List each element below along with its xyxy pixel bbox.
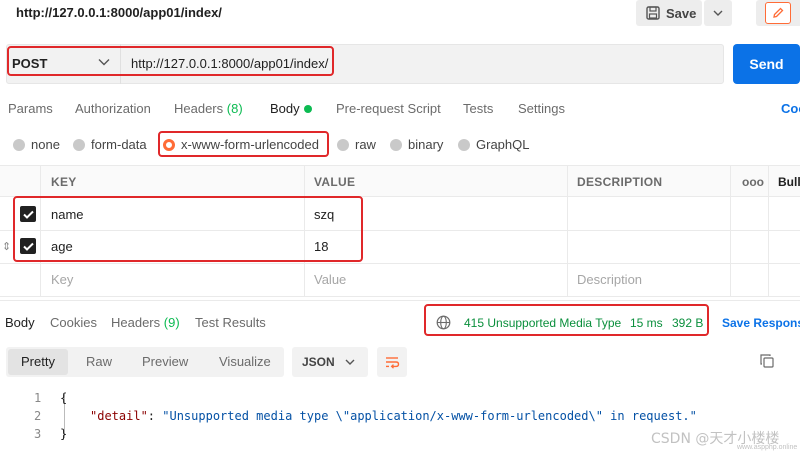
radio-graphql-label: GraphQL	[476, 137, 530, 152]
json-line: "detail": "Unsupported media type \"appl…	[90, 409, 697, 423]
param-key[interactable]: age	[51, 239, 73, 254]
watermark-sub: www.aspphp.online	[737, 444, 798, 451]
radio-dot	[390, 138, 402, 151]
request-title: http://127.0.0.1:8000/app01/index/	[16, 5, 222, 20]
param-key[interactable]: name	[51, 207, 84, 222]
response-tab-headers-count: (9)	[163, 315, 180, 330]
bulk-edit-link[interactable]: Bull	[778, 175, 800, 189]
language-select[interactable]: JSON	[292, 347, 368, 377]
divider	[120, 44, 121, 84]
url-input[interactable]: http://127.0.0.1:8000/app01/index/	[131, 56, 328, 71]
json-colon: :	[147, 409, 163, 423]
new-description-input[interactable]: Description	[577, 272, 642, 287]
param-value[interactable]: 18	[314, 239, 328, 254]
line-number: 2	[34, 409, 42, 423]
save-icon	[646, 6, 660, 20]
radio-none[interactable]: none	[13, 137, 60, 152]
json-value: "Unsupported media type \"application/x-…	[162, 409, 697, 423]
request-url-bar	[6, 44, 724, 84]
chevron-down-icon[interactable]	[98, 58, 110, 66]
radio-none-label: none	[31, 137, 60, 152]
response-size[interactable]: 392 B	[672, 316, 703, 330]
row-divider	[0, 230, 800, 231]
save-label: Save	[666, 5, 697, 21]
table-header	[0, 165, 800, 197]
status-badge[interactable]: 415 Unsupported Media Type	[464, 316, 621, 330]
radio-dot	[13, 138, 25, 151]
save-button[interactable]: Save	[636, 0, 702, 26]
edit-button[interactable]	[756, 0, 800, 26]
drag-handle-icon[interactable]: ⇕	[2, 240, 11, 253]
cookies-link[interactable]: Coo	[781, 101, 800, 116]
wrap-lines-button[interactable]	[377, 347, 407, 377]
radio-binary-label: binary	[408, 137, 444, 152]
new-key-input[interactable]: Key	[51, 272, 73, 287]
tab-authorization[interactable]: Authorization	[75, 101, 151, 116]
format-preview[interactable]: Preview	[142, 354, 188, 369]
check-icon	[22, 210, 34, 219]
radio-form-data-label: form-data	[91, 137, 147, 152]
save-dropdown-button[interactable]	[704, 0, 732, 26]
divider	[0, 300, 800, 301]
new-value-input[interactable]: Value	[314, 272, 346, 287]
radio-urlencoded[interactable]: x-www-form-urlencoded	[163, 137, 319, 152]
wrap-lines-icon	[386, 357, 400, 369]
response-tab-headers[interactable]: Headers (9)	[111, 315, 180, 330]
check-icon	[22, 242, 34, 251]
globe-icon[interactable]	[436, 315, 451, 330]
line-number: 3	[34, 427, 42, 441]
radio-graphql[interactable]: GraphQL	[458, 137, 529, 152]
pencil-icon	[773, 7, 784, 18]
tab-tests[interactable]: Tests	[463, 101, 493, 116]
radio-dot	[337, 138, 349, 151]
radio-binary[interactable]: binary	[390, 137, 443, 152]
language-select-value: JSON	[302, 355, 335, 369]
save-response-button[interactable]: Save Respons	[722, 316, 800, 330]
radio-form-data[interactable]: form-data	[73, 137, 147, 152]
response-tab-cookies[interactable]: Cookies	[50, 315, 97, 330]
json-key: "detail"	[90, 409, 148, 423]
param-value[interactable]: szq	[314, 207, 334, 222]
response-time[interactable]: 15 ms	[630, 316, 663, 330]
col-key-header: KEY	[51, 175, 77, 189]
copy-icon[interactable]	[760, 354, 774, 368]
radio-dot	[458, 138, 470, 151]
radio-urlencoded-label: x-www-form-urlencoded	[181, 137, 319, 152]
col-description-header: DESCRIPTION	[577, 175, 663, 189]
tab-headers[interactable]: Headers (8)	[174, 101, 243, 116]
response-tab-headers-label: Headers	[111, 315, 161, 330]
col-value-header: VALUE	[314, 175, 356, 189]
json-close-brace: }	[60, 427, 68, 441]
tab-headers-label: Headers	[174, 101, 224, 116]
response-tab-body[interactable]: Body	[5, 315, 35, 330]
format-visualize[interactable]: Visualize	[219, 354, 271, 369]
response-tab-test-results[interactable]: Test Results	[195, 315, 266, 330]
radio-raw-label: raw	[355, 137, 376, 152]
format-raw[interactable]: Raw	[86, 354, 112, 369]
tab-params[interactable]: Params	[8, 101, 53, 116]
format-pretty[interactable]: Pretty	[21, 354, 55, 369]
chevron-down-icon	[713, 10, 723, 16]
method-select[interactable]: POST	[12, 56, 47, 71]
tab-prerequest-script[interactable]: Pre-request Script	[336, 101, 441, 116]
radio-dot-selected	[163, 138, 175, 151]
more-options-icon[interactable]: ooo	[742, 175, 764, 189]
chevron-down-icon	[345, 359, 355, 365]
row-checkbox[interactable]	[20, 238, 36, 254]
radio-raw[interactable]: raw	[337, 137, 376, 152]
send-button[interactable]: Send	[733, 44, 800, 84]
row-divider	[0, 296, 800, 297]
tab-settings[interactable]: Settings	[518, 101, 565, 116]
json-open-brace: {	[60, 391, 68, 405]
body-active-dot	[304, 105, 312, 113]
row-checkbox[interactable]	[20, 206, 36, 222]
row-divider	[0, 263, 800, 264]
tab-body[interactable]: Body	[270, 101, 300, 116]
radio-dot	[73, 138, 85, 151]
line-number: 1	[34, 391, 42, 405]
tab-headers-count: (8)	[226, 101, 243, 116]
